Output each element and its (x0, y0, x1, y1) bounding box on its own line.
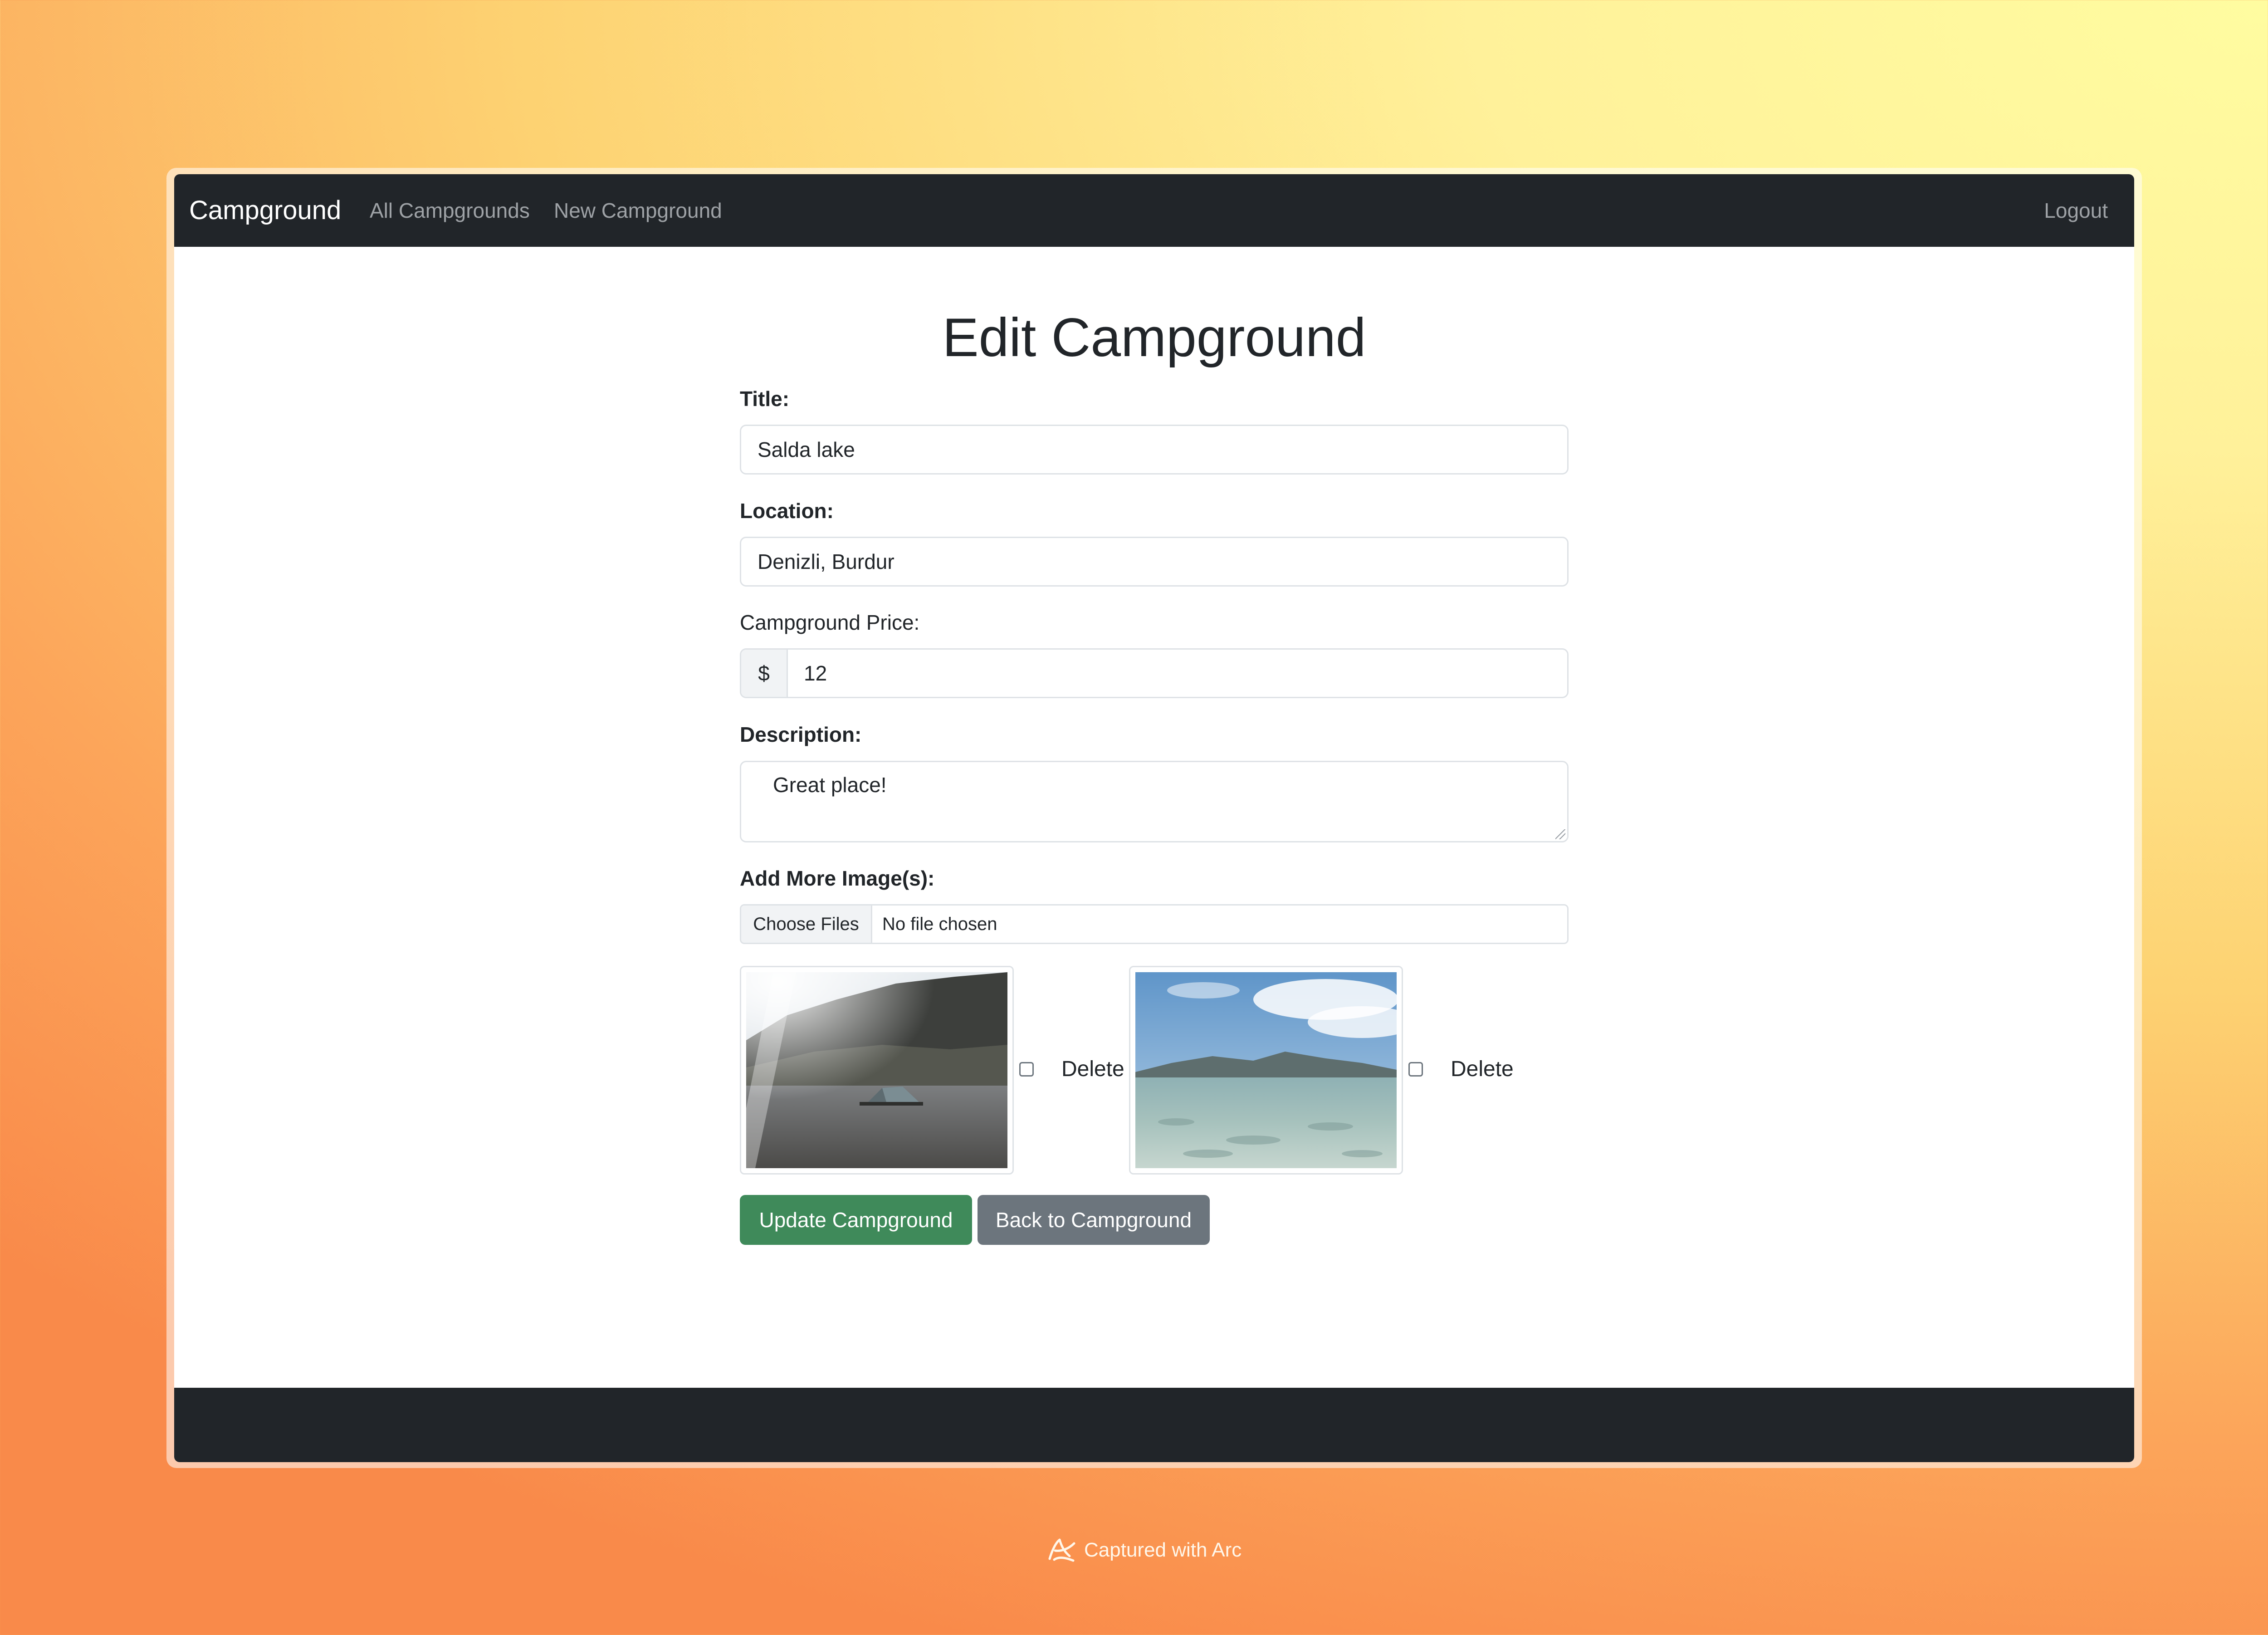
price-input[interactable]: 12 (804, 650, 827, 697)
nav-link-logout[interactable]: Logout (2044, 174, 2108, 247)
delete-image-label[interactable]: Delete (1061, 1057, 1124, 1082)
arc-logo-icon (1048, 1538, 1075, 1562)
navbar-brand[interactable]: Campground (189, 174, 341, 247)
delete-image-checkbox[interactable] (1019, 1062, 1034, 1077)
navbar: Campground All Campgrounds New Campgroun… (174, 174, 2134, 247)
update-campground-button[interactable]: Update Campground (740, 1195, 972, 1245)
file-input[interactable]: Choose Files No file chosen (740, 904, 1569, 944)
description-text: Great place! (773, 773, 887, 797)
image-thumbnail (1129, 966, 1403, 1175)
location-label: Location: (740, 499, 834, 523)
file-status-text: No file chosen (882, 914, 997, 934)
description-label: Description: (740, 723, 862, 746)
title-label: Title: (740, 387, 790, 411)
choose-files-button[interactable]: Choose Files (741, 906, 872, 943)
title-input[interactable]: Salda lake (740, 425, 1569, 475)
price-label: Campground Price: (740, 611, 920, 634)
image-thumbnail (740, 966, 1014, 1175)
arc-watermark-text: Captured with Arc (1084, 1539, 1242, 1561)
arc-watermark: Captured with Arc (1046, 1534, 1242, 1566)
campground-photo (1135, 972, 1397, 1168)
nav-link-new-campground[interactable]: New Campground (554, 174, 722, 247)
description-textarea[interactable]: Great place! (740, 761, 1569, 842)
delete-image-label[interactable]: Delete (1451, 1057, 1514, 1082)
price-input-group: $ 12 (740, 648, 1569, 698)
page-title: Edit Campground (942, 307, 1366, 368)
footer (174, 1388, 2134, 1462)
delete-image-checkbox[interactable] (1408, 1062, 1423, 1077)
currency-prefix: $ (741, 650, 788, 697)
resize-handle-icon[interactable] (1555, 829, 1565, 839)
browser-window: Campground All Campgrounds New Campgroun… (174, 174, 2134, 1462)
images-label: Add More Image(s): (740, 866, 935, 890)
back-to-campground-button[interactable]: Back to Campground (978, 1195, 1210, 1245)
location-input[interactable]: Denizli, Burdur (740, 537, 1569, 587)
nav-link-all-campgrounds[interactable]: All Campgrounds (370, 174, 530, 247)
campground-photo (746, 972, 1007, 1168)
